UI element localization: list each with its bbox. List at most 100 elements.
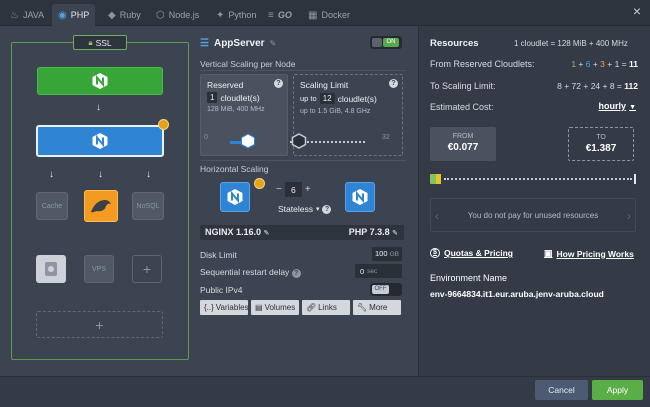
load-balancer-node[interactable] [37,67,163,95]
tab-java[interactable]: ♨ JAVA [4,4,50,26]
environment-name-label: Environment Name [430,273,508,283]
limit-unit: cloudlet(s) [337,93,377,104]
vertical-scaling-label: Vertical Scaling per Node [200,59,296,69]
tab-ruby[interactable]: ◆ Ruby [102,4,147,26]
link-icon: 🔗︎ [306,303,317,312]
to-total: 112 [624,81,638,91]
node-enable-toggle[interactable]: ON [370,36,402,49]
estimated-cost-label: Estimated Cost: [430,102,494,112]
toggle-label: OFF [372,285,389,294]
add-node-button[interactable]: + [132,255,162,283]
edit-icon[interactable]: ✎ [270,39,277,48]
nosql-label: NoSQL [136,202,160,210]
php-icon: ◉ [58,9,67,21]
unused-resources-note: ‹ You do not pay for unused resources › [430,198,636,232]
quotas-pricing-link[interactable]: $ Quotas & Pricing [430,248,513,258]
tab-docker[interactable]: ▦ Docker [302,4,356,26]
hamburger-menu-icon[interactable]: ☰ [200,38,209,49]
node-count-stepper[interactable]: − 6 + [276,182,311,197]
max-price-value: €1.387 [585,143,617,154]
node-title: AppServer [213,37,265,49]
vps-node-button[interactable]: VPS [84,255,114,283]
how-pricing-works-link[interactable]: ▣ How Pricing Works [544,248,634,259]
php-version: PHP 7.3.8 [348,227,390,237]
reserved-resources: 128 MiB, 400 MHz [207,106,265,113]
wrench-icon: 🔧︎ [357,303,368,312]
nginx-icon [92,73,108,89]
close-icon[interactable]: × [630,4,644,18]
limit-resources: up to 1.5 GiB, 4.8 GHz [300,108,371,115]
decrement-icon[interactable]: − [276,184,282,195]
tab-go[interactable]: ≡ GO [262,4,298,26]
tab-label: Node.js [168,10,200,20]
auto-scaling-badge-icon [158,119,169,130]
tab-php[interactable]: ◉ PHP [52,4,96,26]
min-price-value: €0.077 [447,142,479,153]
version-bar: NGINX 1.16.0 ✎ PHP 7.3.8 ✎ [200,225,404,240]
nginx-icon [227,189,243,205]
storage-node-button[interactable] [36,255,66,283]
mysql-node-button[interactable] [84,190,118,222]
cost-period-select[interactable]: hourly ▼ [599,101,636,111]
plus-icon: + [142,261,152,277]
tab-nodejs[interactable]: ⬡ Node.js [150,4,205,26]
scaling-limit-input[interactable]: 12 [319,93,335,104]
server-version: NGINX 1.16.0 [205,227,262,237]
dynamic-cost-fill [436,174,441,184]
help-icon[interactable]: ? [274,79,283,88]
from-reserved-label: From Reserved Cloudlets: [430,59,535,69]
max-price-box: TO €1.387 [568,127,634,161]
php-version-select[interactable]: PHP 7.3.8 ✎ [349,227,398,237]
cache-node-button[interactable]: Cache [36,192,68,220]
add-layer-button[interactable]: + [36,311,163,338]
java-icon: ♨ [10,9,19,21]
reserved-slider-handle-icon[interactable] [240,133,256,149]
node-instance-button[interactable] [220,182,250,212]
nginx-icon [92,133,108,149]
lock-icon: 🔒︎ [88,37,93,47]
restart-delay-unit: sec [367,267,378,275]
tab-python[interactable]: ✦ Python [210,4,262,26]
vps-label: VPS [91,265,106,273]
disk-limit-label: Disk Limit [200,250,237,260]
resources-title: Resources [430,38,479,49]
divider [200,70,406,71]
scaling-mode-select[interactable]: Stateless ▾ ? [278,204,332,214]
more-button[interactable]: 🔧︎ More [353,300,401,315]
disk-limit-input[interactable]: 100 GB [372,247,402,261]
edit-icon: ✎ [263,230,270,237]
public-ipv4-toggle[interactable]: OFF [370,283,402,296]
environment-name-value[interactable]: env-9664834.it1.eur.aruba.jenv-aruba.clo… [430,289,604,299]
help-icon[interactable]: ? [389,79,398,88]
limit-title: Scaling Limit [300,80,349,90]
ssl-toggle[interactable]: 🔒︎ SSL [73,35,127,50]
help-icon[interactable]: ? [291,269,301,278]
restart-delay-input[interactable]: 0 sec [355,264,402,278]
application-server-node[interactable] [36,125,164,157]
server-version-select[interactable]: NGINX 1.16.0 ✎ [205,227,269,237]
chevron-left-icon: ‹ [435,209,439,223]
increment-icon[interactable]: + [305,184,311,195]
flow-arrow-icon: ↓ [49,169,54,180]
node-instance-button[interactable] [345,182,375,212]
limit-prefix: up to [300,94,317,103]
to-scaling-label: To Scaling Limit: [430,81,496,91]
slider-min-label: 0 [204,134,208,141]
toggle-knob [372,38,382,47]
dollar-icon: $ [430,248,440,258]
nginx-icon [352,189,368,205]
apply-button[interactable]: Apply [592,380,643,400]
disk-limit-unit: GB [389,251,399,258]
links-button[interactable]: 🔗︎ Links [302,300,350,315]
help-icon[interactable]: ? [322,204,332,214]
reserved-cloudlets-input[interactable]: 1 [207,92,218,103]
nosql-node-button[interactable]: NoSQL [132,192,164,220]
node-count[interactable]: 6 [284,182,302,197]
limit-slider-handle-icon[interactable] [291,133,307,149]
cancel-button[interactable]: Cancel [535,380,588,400]
ruby-icon: ◆ [108,9,116,21]
volumes-button[interactable]: ▤ Volumes [251,300,299,315]
resources-panel: Resources 1 cloudlet = 128 MiB + 400 MHz… [418,26,650,376]
limit-row: up to 12 cloudlet(s) [300,93,377,104]
variables-button[interactable]: {..} Variables [200,300,249,315]
